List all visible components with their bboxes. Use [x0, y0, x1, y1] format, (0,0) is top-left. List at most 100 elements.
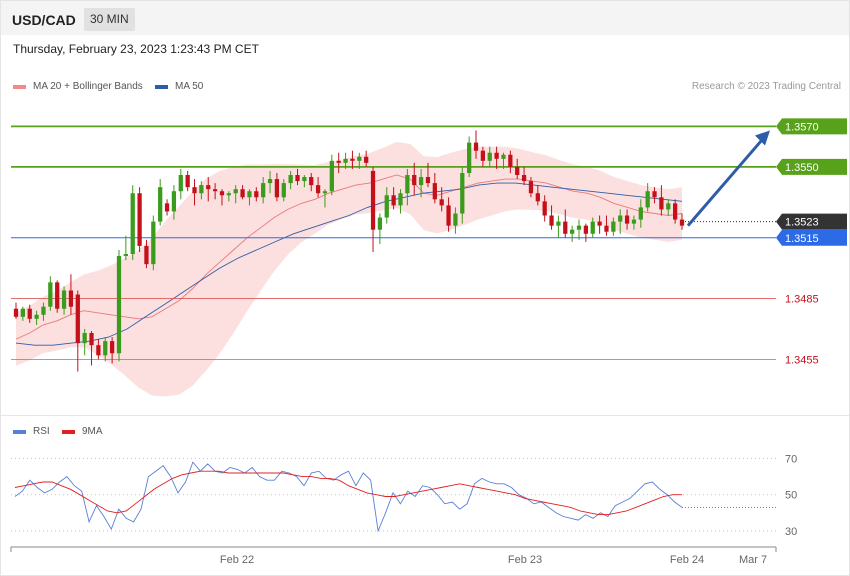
candle-body — [144, 245, 149, 265]
candle-body — [391, 195, 396, 206]
candle-body — [508, 154, 513, 167]
candle-body — [473, 142, 479, 151]
candle-body — [666, 203, 671, 210]
candle-body — [501, 154, 506, 159]
candle-body — [638, 207, 643, 220]
candle-body — [171, 191, 177, 212]
candle-body — [199, 185, 204, 194]
candle-body — [137, 193, 142, 246]
candle-body — [82, 333, 87, 344]
bollinger-band — [16, 142, 682, 397]
candle — [329, 154, 334, 196]
rsi-tick-70: 70 — [785, 453, 797, 465]
candle-body — [604, 225, 609, 232]
candle-body — [55, 282, 60, 309]
candle — [467, 136, 472, 178]
candle — [116, 249, 122, 362]
candle-body — [185, 175, 190, 188]
candle — [377, 213, 383, 244]
candle-body — [75, 294, 80, 344]
candle-body — [288, 175, 293, 184]
rsi-tick-50: 50 — [785, 490, 797, 502]
candle-body — [432, 183, 437, 200]
candle-body — [556, 221, 561, 226]
candle-body — [480, 150, 486, 161]
candle-body — [233, 189, 238, 194]
candle-body — [590, 221, 595, 234]
x-tick-label: Feb 23 — [508, 554, 542, 566]
candle-body — [467, 142, 472, 173]
candle-body — [48, 282, 53, 307]
candle-body — [309, 177, 314, 186]
candle-body — [521, 175, 527, 182]
candle — [13, 302, 19, 319]
candle-body — [528, 181, 534, 194]
candle-body — [116, 256, 122, 354]
candle — [370, 166, 376, 252]
candle-body — [350, 158, 355, 161]
candle-body — [652, 191, 657, 198]
candle-body — [453, 213, 458, 226]
candle — [185, 170, 190, 192]
candle-body — [226, 193, 231, 196]
candle-body — [20, 308, 25, 317]
candle-body — [336, 160, 341, 163]
candle — [55, 280, 60, 313]
candle-body — [219, 191, 225, 196]
candle-body — [398, 193, 403, 206]
candle-body — [679, 219, 685, 226]
candle-body — [673, 203, 678, 220]
candle-body — [364, 156, 369, 163]
candle-body — [178, 175, 183, 192]
candle-body — [315, 185, 321, 194]
candle — [48, 276, 53, 311]
candle-body — [576, 225, 582, 230]
candle-body — [34, 314, 39, 319]
x-tick-label: Mar 7 — [739, 554, 767, 566]
candle-body — [570, 229, 575, 234]
candle-body — [624, 215, 630, 224]
candle-body — [412, 175, 417, 186]
candle-body — [274, 179, 280, 198]
candle-body — [370, 170, 376, 230]
candle-body — [302, 177, 307, 182]
rsi-series-rsi — [14, 461, 683, 533]
candle — [164, 199, 170, 216]
candle-body — [542, 201, 547, 216]
candle-body — [515, 166, 520, 176]
candle-body — [418, 177, 424, 186]
candle-body — [151, 221, 156, 265]
candle — [583, 223, 589, 242]
candle-body — [329, 160, 334, 192]
candle-body — [583, 225, 589, 234]
candle-body — [61, 290, 67, 309]
candle-body — [343, 158, 348, 163]
candle-body — [41, 306, 46, 315]
candle-body — [631, 219, 637, 224]
candle-body — [357, 156, 362, 161]
candle-body — [123, 254, 128, 257]
chart-canvas: 1.3570 1.3550 1.3523 1.3515 1.3485 1.3455 70 50… — [10, 118, 847, 566]
x-tick-label: Feb 24 — [670, 554, 704, 566]
candle-body — [659, 197, 664, 210]
candle-body — [487, 152, 492, 161]
candle-body — [295, 175, 300, 182]
candle — [570, 225, 575, 242]
candle-body — [597, 221, 602, 226]
candle-body — [192, 187, 197, 194]
candle-body — [611, 221, 616, 232]
candle-body — [103, 341, 108, 356]
candle-body — [261, 183, 266, 198]
candle-body — [460, 172, 465, 214]
level-label-1.3485: 1.3485 — [785, 294, 819, 306]
x-tick-label: Feb 22 — [220, 554, 254, 566]
candle-body — [618, 215, 623, 222]
candle-body — [247, 191, 252, 198]
candle-body — [267, 179, 273, 184]
candle-body — [549, 215, 554, 226]
candle-body — [535, 193, 540, 202]
candle-body — [164, 203, 170, 212]
candle-body — [109, 341, 115, 354]
candle-body — [446, 205, 451, 226]
candle-body — [254, 191, 259, 198]
